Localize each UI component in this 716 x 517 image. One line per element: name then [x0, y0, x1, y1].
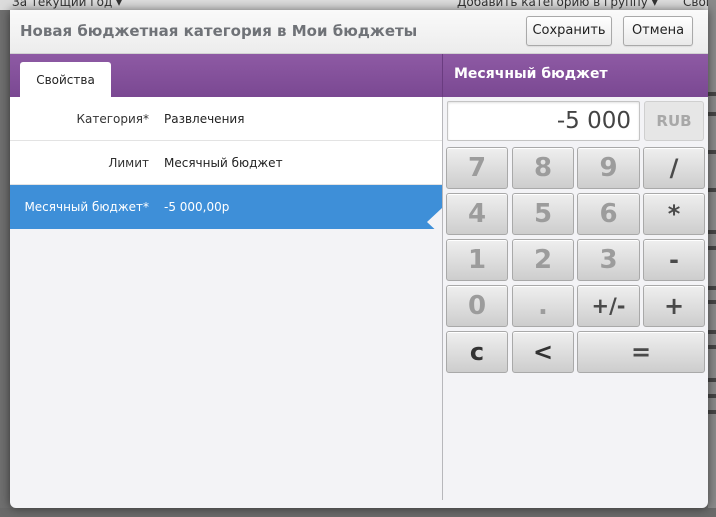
currency-button[interactable]: RUB — [644, 101, 704, 141]
selection-pointer — [427, 208, 442, 236]
key-0[interactable]: 0 — [446, 285, 508, 327]
key-divide[interactable]: / — [643, 147, 705, 189]
form-row-limit[interactable]: Лимит Месячный бюджет — [10, 141, 442, 185]
limit-label: Лимит — [108, 156, 149, 170]
key-6[interactable]: 6 — [577, 193, 640, 235]
calculator-title: Месячный бюджет — [454, 66, 608, 82]
panel-divider — [442, 97, 443, 500]
dialog-tab-bar: Свойства Месячный бюджет — [10, 54, 708, 98]
monthly-budget-value: -5 000,00р — [164, 200, 230, 214]
key-9[interactable]: 9 — [577, 147, 640, 189]
background-toolbar: За текущий год ▾ Добавить категорию в гр… — [0, 0, 716, 10]
key-subtract[interactable]: - — [643, 239, 705, 281]
key-decimal[interactable]: . — [512, 285, 574, 327]
key-7[interactable]: 7 — [446, 147, 508, 189]
key-8[interactable]: 8 — [512, 147, 574, 189]
calculator-display-value: -5 000 — [556, 108, 631, 134]
new-budget-category-dialog: Новая бюджетная категория в Мои бюджеты … — [10, 10, 708, 508]
background-add-to-group: Добавить категорию в группу ▾ — [457, 0, 658, 9]
key-add[interactable]: + — [643, 285, 705, 327]
form-row-monthly-budget[interactable]: Месячный бюджет* -5 000,00р — [10, 185, 442, 229]
form-row-category[interactable]: Категория* Развлечения — [10, 97, 442, 141]
properties-form: Категория* Развлечения Лимит Месячный бю… — [10, 97, 442, 229]
category-label: Категория* — [76, 112, 149, 126]
key-equals[interactable]: = — [577, 331, 705, 373]
monthly-budget-label: Месячный бюджет* — [24, 200, 149, 214]
cancel-button[interactable]: Отмена — [623, 16, 693, 46]
key-backspace[interactable]: < — [512, 331, 574, 373]
background-bottom — [0, 508, 716, 517]
tab-properties[interactable]: Свойства — [20, 62, 111, 98]
key-1[interactable]: 1 — [446, 239, 508, 281]
calculator-display[interactable]: -5 000 — [447, 101, 640, 141]
limit-value: Месячный бюджет — [164, 156, 283, 170]
category-value: Развлечения — [164, 112, 245, 126]
dialog-header: Новая бюджетная категория в Мои бюджеты … — [10, 10, 708, 54]
key-4[interactable]: 4 — [446, 193, 508, 235]
background-year-filter: За текущий год ▾ — [12, 0, 123, 9]
save-button[interactable]: Сохранить — [526, 16, 612, 46]
background-right-panel — [708, 0, 716, 517]
key-clear[interactable]: c — [446, 331, 508, 373]
key-2[interactable]: 2 — [512, 239, 574, 281]
dialog-title: Новая бюджетная категория в Мои бюджеты — [20, 22, 418, 40]
key-5[interactable]: 5 — [512, 193, 574, 235]
key-multiply[interactable]: * — [643, 193, 705, 235]
key-plus-minus[interactable]: +/- — [577, 285, 640, 327]
key-3[interactable]: 3 — [577, 239, 640, 281]
